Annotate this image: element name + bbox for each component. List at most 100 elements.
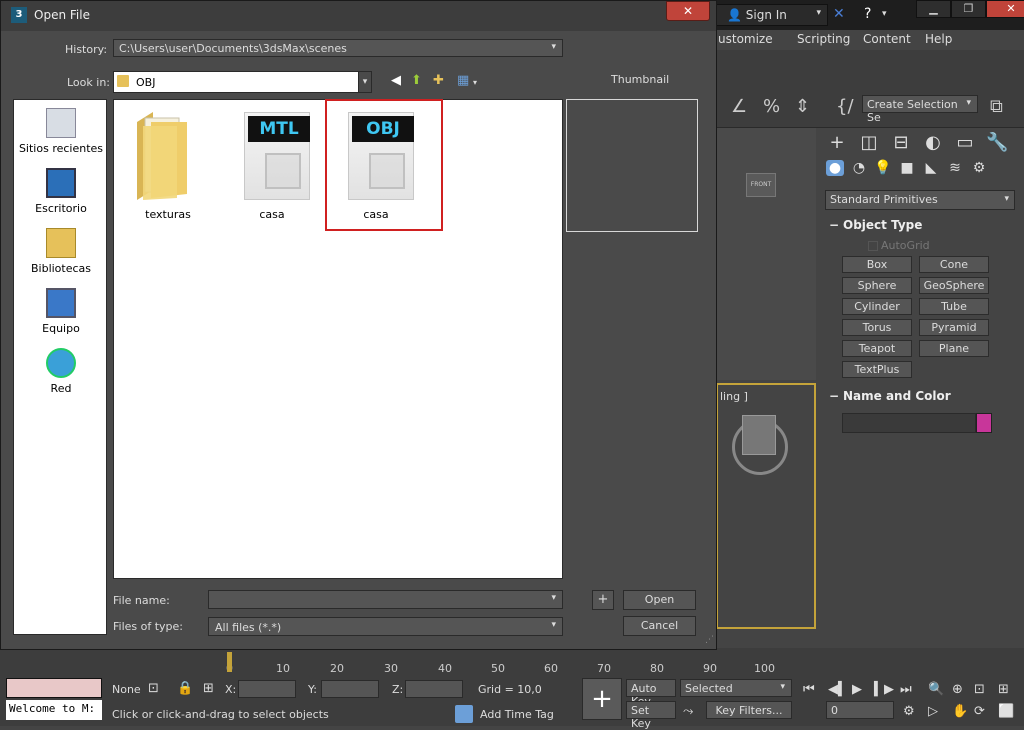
pan-icon[interactable]: ✋ (952, 704, 968, 719)
space-warps-icon[interactable]: ≋ (946, 160, 964, 176)
name-and-color-rollout[interactable]: − Name and Color (825, 389, 1015, 407)
set-key-button[interactable]: Set Key (626, 701, 676, 730)
zoom-icon[interactable]: 🔍 (928, 682, 944, 697)
shapes-icon[interactable]: ◔ (850, 160, 868, 176)
isolate-icon[interactable]: ⊡ (148, 681, 159, 696)
viewcube-icon[interactable] (742, 415, 776, 455)
new-folder-icon[interactable]: ✚ (433, 73, 444, 88)
torus-button[interactable]: Torus (842, 319, 912, 336)
lock-icon[interactable]: 🔒 (177, 681, 193, 696)
add-time-tag-label[interactable]: Add Time Tag (480, 708, 554, 721)
y-coordinate-input[interactable] (321, 680, 379, 698)
place-recent[interactable]: Sitios recientes (14, 108, 108, 155)
open-button[interactable]: Open (623, 590, 696, 610)
utilities-tab-icon[interactable]: 🔧 (986, 132, 1008, 154)
box-button[interactable]: Box (842, 256, 912, 273)
up-folder-icon[interactable]: ⬆ (411, 73, 422, 88)
angle-snap-icon[interactable]: ∠ (731, 96, 747, 117)
category-dropdown[interactable]: Standard Primitives ▾ (825, 190, 1015, 210)
sphere-button[interactable]: Sphere (842, 277, 912, 294)
textplus-button[interactable]: TextPlus (842, 361, 912, 378)
auto-key-button[interactable]: Auto Key (626, 679, 676, 708)
create-tab-icon[interactable]: + (826, 132, 848, 154)
increment-filename-button[interactable]: + (592, 590, 614, 610)
history-dropdown[interactable]: C:\Users\user\Documents\3dsMax\scenes ▾ (113, 39, 563, 57)
lights-icon[interactable]: 💡 (874, 160, 892, 176)
maximize-viewport-icon[interactable]: ⬜ (998, 704, 1014, 719)
x-coordinate-input[interactable] (238, 680, 296, 698)
current-frame-spinner[interactable]: 0 (826, 701, 894, 719)
previous-frame-icon[interactable]: ◀▍ (828, 682, 848, 697)
go-to-start-icon[interactable]: ⏮ (803, 682, 815, 697)
key-mode-dropdown[interactable]: Selected ▾ (680, 679, 792, 697)
menu-customize[interactable]: ustomize (718, 32, 773, 46)
maximize-button[interactable]: ❐ (951, 0, 986, 18)
time-config-icon[interactable]: ⚙ (903, 704, 915, 719)
set-key-big-button[interactable]: + (582, 678, 622, 720)
look-in-chevron-button[interactable]: ▾ (358, 71, 372, 93)
help-dropdown-icon[interactable]: ▾ (882, 9, 887, 19)
geosphere-button[interactable]: GeoSphere (919, 277, 989, 294)
key-filters-button[interactable]: Key Filters... (706, 701, 792, 719)
file-item-mtl[interactable]: MTL casa (222, 100, 322, 225)
cone-button[interactable]: Cone (919, 256, 989, 273)
percent-snap-icon[interactable]: % (763, 96, 780, 117)
geometry-icon[interactable]: ● (826, 160, 844, 176)
resize-grip-icon[interactable]: ⋰ (705, 635, 714, 645)
close-window-button[interactable]: ✕ (986, 0, 1024, 18)
files-of-type-dropdown[interactable]: All files (*.*) ▾ (208, 617, 563, 636)
object-type-rollout[interactable]: − Object Type (825, 218, 1015, 236)
back-arrow-icon[interactable]: ◀ (391, 73, 401, 88)
cameras-icon[interactable]: ■ (898, 160, 916, 176)
teapot-button[interactable]: Teapot (842, 340, 912, 357)
help-icon[interactable]: ? (864, 6, 871, 22)
cylinder-button[interactable]: Cylinder (842, 298, 912, 315)
time-tag-icon[interactable] (455, 705, 473, 723)
cancel-button[interactable]: Cancel (623, 616, 696, 636)
edit-named-selection-icon[interactable]: {/ (836, 96, 854, 117)
place-network[interactable]: Red (14, 348, 108, 395)
object-name-input[interactable] (842, 413, 976, 433)
object-color-swatch[interactable] (976, 413, 992, 433)
dialog-titlebar[interactable]: 3 Open File ✕ (1, 1, 716, 31)
zoom-extents-icon[interactable]: ⊡ (974, 682, 985, 697)
menu-help[interactable]: Help (925, 32, 952, 46)
field-of-view-icon[interactable]: ▷ (928, 704, 938, 719)
next-frame-icon[interactable]: ▍▶ (874, 682, 894, 697)
viewport-label[interactable]: ling ] (720, 390, 748, 403)
autogrid-checkbox[interactable]: AutoGrid (868, 239, 930, 252)
spinner-snap-icon[interactable]: ⇕ (795, 96, 810, 117)
time-slider-handle[interactable] (227, 652, 232, 672)
display-tab-icon[interactable]: ▭ (954, 132, 976, 154)
plane-button[interactable]: Plane (919, 340, 989, 357)
selection-set-dropdown[interactable]: Create Selection Se ▾ (862, 95, 978, 124)
go-to-end-icon[interactable]: ⏭ (900, 682, 912, 697)
menu-scripting[interactable]: Scripting (797, 32, 850, 46)
z-coordinate-input[interactable] (405, 680, 463, 698)
helpers-icon[interactable]: ◣ (922, 160, 940, 176)
systems-icon[interactable]: ⚙ (970, 160, 988, 176)
transform-mode-icon[interactable]: ⊞ (203, 681, 214, 696)
pyramid-button[interactable]: Pyramid (919, 319, 989, 336)
look-in-dropdown[interactable]: OBJ (113, 71, 359, 93)
minimize-button[interactable]: ▁ (916, 0, 951, 18)
zoom-all-icon[interactable]: ⊕ (952, 682, 963, 697)
zoom-extents-all-icon[interactable]: ⊞ (998, 682, 1009, 697)
exchange-icon[interactable]: ✕ (833, 6, 845, 22)
viewcube-icon[interactable]: FRONT (746, 173, 776, 197)
maxscript-listener-input[interactable] (6, 678, 102, 698)
place-desktop[interactable]: Escritorio (14, 168, 108, 215)
tube-button[interactable]: Tube (919, 298, 989, 315)
viewport-perspective[interactable] (716, 383, 816, 629)
file-name-input[interactable]: ▾ (208, 590, 563, 609)
play-icon[interactable]: ▶ (852, 682, 862, 697)
welcome-text[interactable]: Welcome to M: (6, 700, 102, 720)
sign-in-dropdown[interactable]: 👤 Sign In ▾ (716, 4, 828, 26)
viewport-top[interactable]: FRONT (716, 128, 816, 380)
place-libraries[interactable]: Bibliotecas (14, 228, 108, 275)
hierarchy-tab-icon[interactable]: ⊟ (890, 132, 912, 154)
place-computer[interactable]: Equipo (14, 288, 108, 335)
dialog-close-button[interactable]: ✕ (666, 1, 710, 21)
file-item-folder[interactable]: texturas (118, 100, 218, 225)
menu-content[interactable]: Content (863, 32, 911, 46)
